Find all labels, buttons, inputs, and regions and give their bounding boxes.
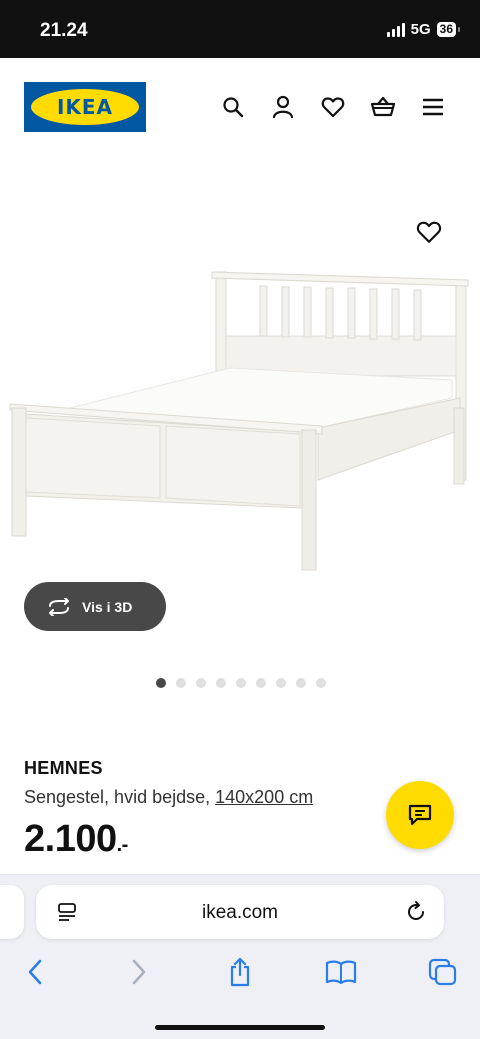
view-3d-label: Vis i 3D xyxy=(82,598,133,615)
search-icon[interactable] xyxy=(220,94,246,120)
reload-icon[interactable] xyxy=(404,900,428,924)
network-label: 5G xyxy=(410,21,431,38)
battery-icon: 36 xyxy=(436,22,461,37)
menu-icon[interactable] xyxy=(420,94,446,120)
bookmarks-icon[interactable] xyxy=(324,955,358,989)
basket-icon[interactable] xyxy=(370,94,396,120)
gallery-dot[interactable] xyxy=(276,678,286,688)
chat-button[interactable] xyxy=(386,781,454,849)
status-indicators: 5G 36 xyxy=(386,21,461,38)
product-price: 2.100.- xyxy=(24,818,128,861)
status-bar: 21.24 5G 36 xyxy=(0,0,480,58)
header-actions xyxy=(220,94,446,120)
heart-icon[interactable] xyxy=(320,94,346,120)
logo-text: IKEA xyxy=(56,95,114,119)
previous-tab[interactable] xyxy=(0,885,24,939)
gallery-dot[interactable] xyxy=(236,678,246,688)
product-description: Sengestel, hvid bejdse, 140x200 cm xyxy=(24,787,313,808)
ikea-logo[interactable]: IKEA xyxy=(24,82,146,132)
rotate-3d-icon xyxy=(49,597,69,616)
favorite-heart-icon[interactable] xyxy=(416,220,444,248)
gallery-dot[interactable] xyxy=(196,678,206,688)
browser-toolbar: ikea.com xyxy=(0,874,480,1039)
share-icon[interactable] xyxy=(223,955,257,989)
product-description-text: Sengestel, hvid bejdse, xyxy=(24,787,216,807)
price-suffix: .- xyxy=(116,834,129,856)
gallery-dot[interactable] xyxy=(256,678,266,688)
gallery-dot[interactable] xyxy=(216,678,226,688)
url-text: ikea.com xyxy=(201,902,279,923)
view-3d-button[interactable]: Vis i 3D xyxy=(24,582,166,631)
gallery-dot[interactable] xyxy=(296,678,306,688)
chat-icon xyxy=(408,804,432,826)
product-image xyxy=(9,271,469,571)
gallery-dot[interactable] xyxy=(156,678,166,688)
status-time: 21.24 xyxy=(40,20,88,41)
product-name: HEMNES xyxy=(24,758,103,778)
product-size-link[interactable]: 140x200 cm xyxy=(215,787,313,807)
price-value: 2.100 xyxy=(24,818,117,860)
address-bar[interactable]: ikea.com xyxy=(36,885,444,939)
gallery-dot[interactable] xyxy=(316,678,326,688)
profile-icon[interactable] xyxy=(270,94,296,120)
browser-nav xyxy=(0,955,480,995)
gallery-pagination[interactable] xyxy=(156,678,326,688)
tabs-icon[interactable] xyxy=(426,955,460,989)
home-indicator xyxy=(155,1025,325,1030)
back-icon[interactable] xyxy=(18,955,52,989)
site-header: IKEA xyxy=(0,58,480,158)
forward-icon[interactable] xyxy=(122,955,156,989)
signal-icon xyxy=(386,22,405,37)
product-gallery[interactable]: Vis i 3D xyxy=(0,158,480,718)
gallery-dot[interactable] xyxy=(176,678,186,688)
